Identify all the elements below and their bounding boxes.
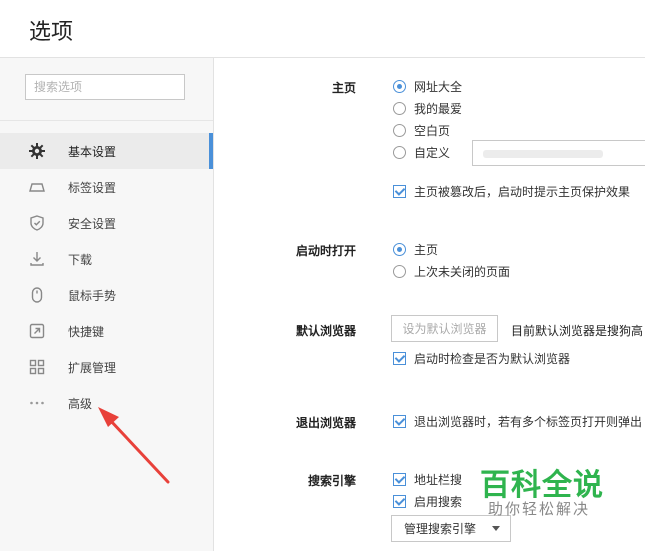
watermark-logo: 百科全说 助你轻松解决 <box>472 460 642 525</box>
watermark-sub-text: 助你轻松解决 <box>488 500 591 518</box>
